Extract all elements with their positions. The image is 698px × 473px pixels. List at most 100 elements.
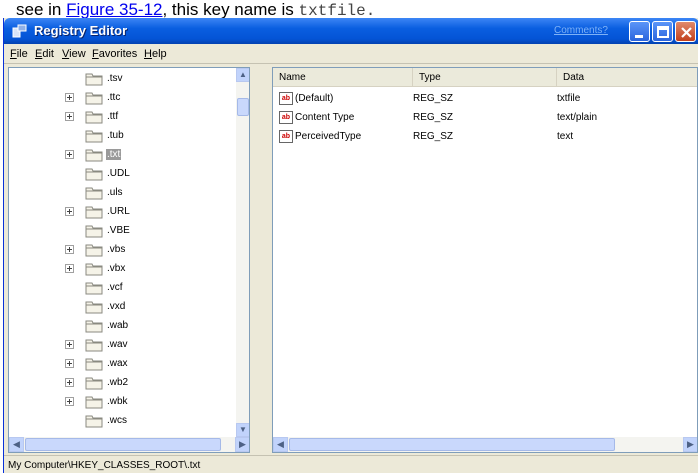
folder-icon: [85, 206, 103, 219]
folder-icon: [85, 244, 103, 257]
tree-item[interactable]: .wcs: [9, 412, 235, 430]
minimize-button[interactable]: [629, 21, 650, 42]
folder-icon: [85, 225, 103, 238]
tree-item[interactable]: .vxd: [9, 298, 235, 316]
comments-link[interactable]: Comments?: [554, 25, 608, 36]
tree-item-label: .wcs: [107, 415, 127, 426]
value-data: txtfile: [557, 93, 581, 104]
tree-item[interactable]: .tsv: [9, 70, 235, 88]
folder-icon: [85, 415, 103, 428]
folder-icon: [85, 111, 103, 124]
folder-icon: [85, 130, 103, 143]
title-bar[interactable]: Registry Editor Comments?: [4, 18, 698, 44]
menu-favorites[interactable]: Favorites: [92, 48, 137, 60]
tree-item[interactable]: .wax: [9, 355, 235, 373]
key-tree-pane[interactable]: .tsv .ttc .ttf .tub .txt .UDL .uls .URL .VBE .vbs…: [8, 67, 250, 453]
expand-icon[interactable]: [65, 340, 74, 349]
tree-item[interactable]: .ttf: [9, 108, 235, 126]
scroll-left-button[interactable]: ◀: [273, 437, 288, 452]
column-header-data[interactable]: Data: [557, 68, 697, 87]
expand-icon[interactable]: [65, 112, 74, 121]
tree-item[interactable]: .tub: [9, 127, 235, 145]
list-horizontal-scrollbar[interactable]: ◀ ▶: [273, 437, 697, 452]
menu-file[interactable]: File: [10, 48, 28, 60]
tree-item[interactable]: .UDL: [9, 165, 235, 183]
tree-item[interactable]: .wbk: [9, 393, 235, 411]
close-icon: [681, 27, 692, 38]
menu-help[interactable]: Help: [144, 48, 167, 60]
caption-text-middle: , this key name is: [162, 0, 299, 19]
expand-icon[interactable]: [65, 378, 74, 387]
value-type: REG_SZ: [413, 131, 454, 142]
value-name: Content Type: [295, 112, 355, 123]
folder-icon: [85, 282, 103, 295]
column-header-name[interactable]: Name: [273, 68, 413, 87]
values-list-pane[interactable]: Name Type Data ab (Default) REG_SZ txtfilea…: [272, 67, 698, 453]
minimize-icon: [635, 35, 643, 38]
menu-edit[interactable]: Edit: [35, 48, 54, 60]
scroll-left-button[interactable]: ◀: [9, 437, 24, 452]
column-header-type[interactable]: Type: [413, 68, 557, 87]
scroll-down-button[interactable]: ▼: [236, 423, 249, 437]
expand-icon[interactable]: [65, 207, 74, 216]
folder-icon: [85, 377, 103, 390]
tree-item[interactable]: .URL: [9, 203, 235, 221]
tree-item[interactable]: .vcf: [9, 279, 235, 297]
scroll-thumb[interactable]: [237, 98, 249, 116]
folder-icon: [85, 92, 103, 105]
ab-string-value-icon: ab: [279, 111, 293, 124]
tree-item[interactable]: .uls: [9, 184, 235, 202]
expand-icon[interactable]: [65, 150, 74, 159]
value-name: PerceivedType: [295, 131, 362, 142]
tree-item[interactable]: .txt: [9, 146, 235, 164]
folder-icon: [85, 358, 103, 371]
list-header: Name Type Data: [273, 68, 697, 87]
scroll-thumb[interactable]: [25, 438, 221, 451]
page-caption: see in Figure 35-12, this key name is tx…: [0, 0, 698, 20]
scroll-right-button[interactable]: ▶: [235, 437, 249, 452]
tree-item[interactable]: .ttc: [9, 89, 235, 107]
expand-icon[interactable]: [65, 359, 74, 368]
tree-item-label: .vcf: [107, 282, 123, 293]
scroll-right-button[interactable]: ▶: [683, 437, 697, 452]
value-type: REG_SZ: [413, 112, 454, 123]
tree-item[interactable]: .wav: [9, 336, 235, 354]
tree-item-label: .ttf: [107, 111, 119, 122]
tree-item[interactable]: .wb2: [9, 374, 235, 392]
scroll-up-button[interactable]: ▲: [236, 68, 249, 82]
tree-item-label: .txt: [106, 149, 122, 160]
tree-item-label: .tsv: [107, 73, 123, 84]
expand-icon[interactable]: [65, 264, 74, 273]
tree-item[interactable]: .vbx: [9, 260, 235, 278]
tree-item-label: .vxd: [107, 301, 126, 312]
status-path: My Computer\HKEY_CLASSES_ROOT\.txt: [8, 460, 201, 471]
tree-horizontal-scrollbar[interactable]: ◀ ▶: [9, 437, 249, 452]
value-row[interactable]: ab PerceivedType REG_SZ text: [273, 128, 697, 146]
figure-link[interactable]: Figure 35-12: [66, 0, 162, 19]
scroll-thumb[interactable]: [289, 438, 615, 451]
tree-item-label: .wab: [107, 320, 129, 331]
ab-string-value-icon: ab: [279, 130, 293, 143]
tree-item[interactable]: .VBE: [9, 222, 235, 240]
value-row[interactable]: ab (Default) REG_SZ txtfile: [273, 90, 697, 108]
folder-icon: [85, 301, 103, 314]
tree-item-label: .wbk: [107, 396, 128, 407]
expand-icon[interactable]: [65, 93, 74, 102]
status-bar: My Computer\HKEY_CLASSES_ROOT\.txt: [4, 455, 698, 473]
tree-item-label: .vbx: [107, 263, 126, 274]
value-row[interactable]: ab Content Type REG_SZ text/plain: [273, 109, 697, 127]
maximize-icon: [657, 26, 669, 38]
tree-item[interactable]: .vbs: [9, 241, 235, 259]
tree-vertical-scrollbar[interactable]: ▲ ▼: [236, 68, 249, 437]
folder-icon: [85, 187, 103, 200]
close-button[interactable]: [675, 21, 696, 42]
expand-icon[interactable]: [65, 397, 74, 406]
folder-icon: [85, 73, 103, 86]
expand-icon[interactable]: [65, 245, 74, 254]
menu-view[interactable]: View: [62, 48, 86, 60]
menu-bar: File Edit View Favorites Help: [4, 44, 698, 64]
folder-icon: [85, 396, 103, 409]
maximize-button[interactable]: [652, 21, 673, 42]
folder-icon: [85, 320, 103, 333]
tree-item[interactable]: .wab: [9, 317, 235, 335]
